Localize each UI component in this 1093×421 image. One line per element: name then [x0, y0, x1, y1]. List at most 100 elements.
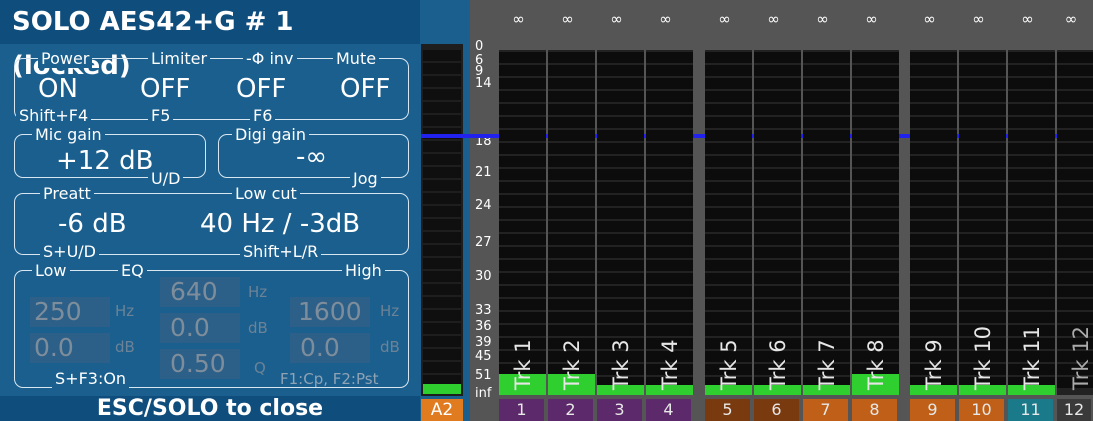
eq-low-gain[interactable]: 0.0: [34, 333, 74, 363]
meter-segment: [705, 234, 752, 245]
channel-meter[interactable]: Trk 9: [910, 50, 957, 395]
meter-segment: [1008, 273, 1055, 284]
eq-mid-freq[interactable]: 640: [170, 277, 218, 307]
channel-number[interactable]: 6: [754, 399, 799, 421]
meter-segment: [499, 286, 546, 297]
meter-segment: [423, 362, 461, 373]
meter-segment: [548, 312, 595, 323]
meter-segment: [959, 273, 1006, 284]
meter-segment: [705, 260, 752, 271]
meter-segment: [646, 169, 693, 180]
meter-segment: [852, 156, 899, 167]
meter-segment: [1008, 208, 1055, 219]
digi-gain-value[interactable]: -∞: [296, 142, 327, 172]
meter-segment: [754, 182, 801, 193]
channel-number[interactable]: 11: [1008, 399, 1053, 421]
meter-segment: [597, 169, 644, 180]
eq-mid-q[interactable]: 0.50: [170, 349, 226, 379]
meter-segment: [548, 221, 595, 232]
channel-name: Trk 11: [1020, 326, 1044, 390]
meter-segment: [1008, 52, 1055, 63]
meter-segment: [499, 247, 546, 258]
meter-segment: [803, 156, 850, 167]
meter-segment: [499, 234, 546, 245]
channel-meter[interactable]: Trk 10: [959, 50, 1006, 395]
meter-segment: [597, 156, 644, 167]
channel-meter[interactable]: Trk 1: [499, 50, 546, 395]
channel-number[interactable]: 10: [959, 399, 1004, 421]
channel-number[interactable]: 7: [803, 399, 848, 421]
channel-number[interactable]: 3: [597, 399, 642, 421]
meter-segment: [705, 65, 752, 76]
eq-low-freq[interactable]: 250: [34, 297, 82, 327]
preatt-value[interactable]: -6 dB: [58, 209, 127, 239]
meter-segment: [499, 117, 546, 128]
meter-segment: [646, 104, 693, 115]
meter-segment: [754, 208, 801, 219]
meter-segment: [499, 169, 546, 180]
scale-tick-label: 36: [475, 319, 492, 334]
meter-segment: [423, 102, 461, 113]
scale-tick-label: 27: [475, 235, 492, 250]
channel-peak-readout: ∞: [865, 10, 878, 28]
meter-segment: [499, 104, 546, 115]
eq-high-gain-unit: dB: [380, 338, 400, 356]
meter-segment: [852, 312, 899, 323]
mic-gain-value[interactable]: +12 dB: [56, 146, 153, 176]
meter-segment: [597, 91, 644, 102]
channel-number[interactable]: 12: [1057, 399, 1091, 421]
meter-segment: [910, 52, 957, 63]
meter-segment: [959, 299, 1006, 310]
scale-tick-label: 24: [475, 198, 492, 213]
eq-mid-gain[interactable]: 0.0: [170, 313, 210, 343]
channel-number[interactable]: 4: [646, 399, 691, 421]
meter-segment: [959, 52, 1006, 63]
meter-segment: [646, 286, 693, 297]
meter-segment: [597, 195, 644, 206]
meter-segment: [597, 143, 644, 154]
eq-high-freq[interactable]: 1600: [298, 297, 362, 327]
meter-segment: [1057, 52, 1093, 63]
phase-invert-value[interactable]: OFF: [236, 74, 286, 104]
channel-peak-readout: ∞: [972, 10, 985, 28]
channel-meter[interactable]: Trk 5: [705, 50, 752, 395]
channel-number[interactable]: 9: [910, 399, 955, 421]
mute-value[interactable]: OFF: [340, 74, 390, 104]
channel-meter[interactable]: Trk 2: [548, 50, 595, 395]
meter-segment: [705, 117, 752, 128]
channel-number[interactable]: 2: [548, 399, 593, 421]
low-cut-value[interactable]: 40 Hz / -3dB: [200, 209, 360, 239]
meter-segment: [705, 208, 752, 219]
meter-segment: [548, 117, 595, 128]
scale-tick-label: 39: [475, 335, 492, 350]
channel-meter[interactable]: Trk 4: [646, 50, 693, 395]
channel-meter[interactable]: Trk 11: [1008, 50, 1055, 395]
channel-peak-readout: ∞: [512, 10, 525, 28]
channel-meter[interactable]: Trk 6: [754, 50, 801, 395]
meter-segment: [548, 325, 595, 336]
channel-number[interactable]: 8: [852, 399, 897, 421]
meter-segment: [1057, 221, 1093, 232]
meter-segment: [499, 78, 546, 89]
channel-meter[interactable]: Trk 8: [852, 50, 899, 395]
meter-segment: [597, 65, 644, 76]
meter-segment: [1008, 104, 1055, 115]
limiter-value[interactable]: OFF: [140, 74, 190, 104]
meter-segment: [705, 286, 752, 297]
channel-peak-readout: ∞: [923, 10, 936, 28]
channel-meter[interactable]: Trk 3: [597, 50, 644, 395]
meter-segment: [705, 52, 752, 63]
power-value[interactable]: ON: [38, 74, 78, 104]
meter-segment: [646, 260, 693, 271]
channel-number[interactable]: 1: [499, 399, 544, 421]
meter-segment: [754, 325, 801, 336]
meter-segment: [754, 169, 801, 180]
channel-meter[interactable]: Trk 7: [803, 50, 850, 395]
channel-meter[interactable]: Trk 12: [1057, 50, 1093, 395]
meter-segment: [1008, 156, 1055, 167]
meter-segment: [959, 65, 1006, 76]
channel-number[interactable]: 5: [705, 399, 750, 421]
meter-segment: [423, 141, 461, 152]
eq-high-gain[interactable]: 0.0: [300, 333, 340, 363]
meter-segment: [646, 143, 693, 154]
